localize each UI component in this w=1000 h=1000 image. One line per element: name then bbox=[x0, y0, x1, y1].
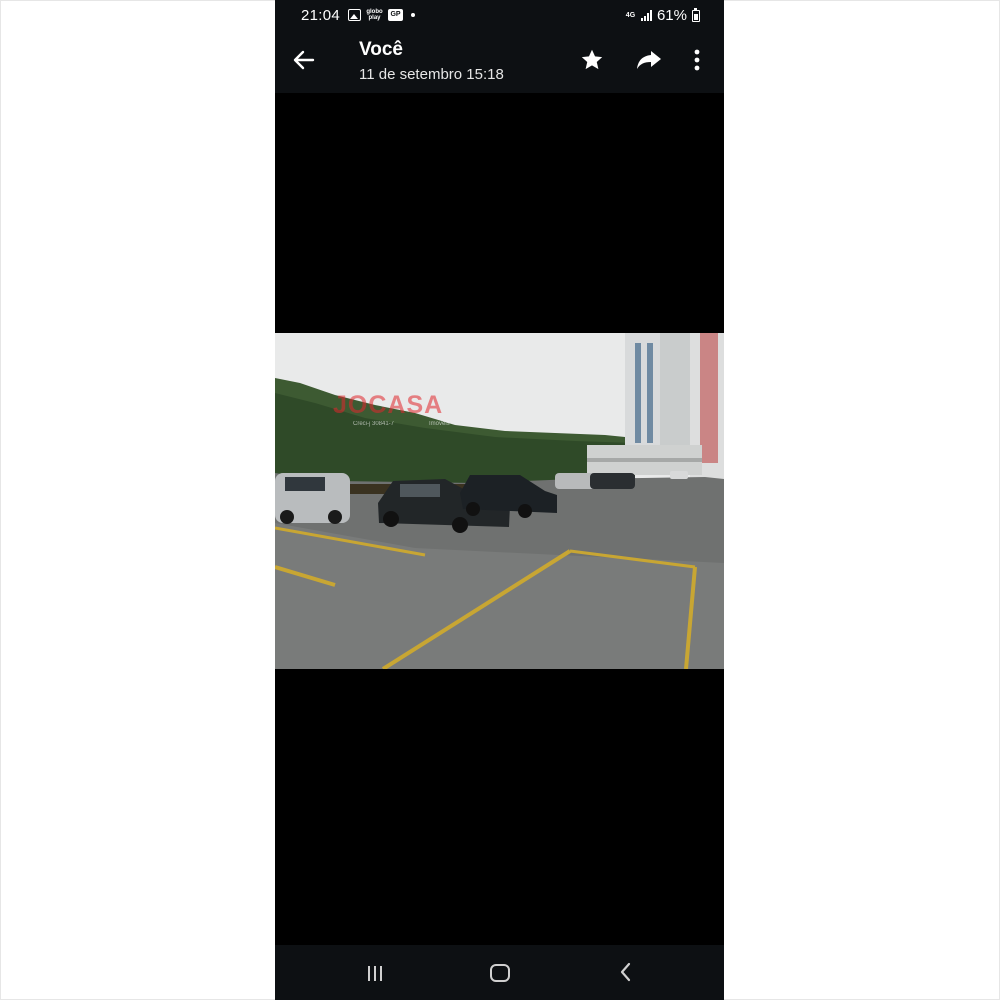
notification-icons: globo play GP bbox=[348, 8, 415, 22]
home-icon[interactable] bbox=[490, 964, 510, 982]
phone-screen: 21:04 globo play GP 4G 61% Você 11 de se… bbox=[275, 0, 724, 1000]
signal-icon bbox=[640, 10, 652, 21]
navigation-bar bbox=[275, 945, 724, 1000]
star-icon bbox=[581, 49, 603, 70]
page-title: Você bbox=[359, 39, 404, 60]
message-timestamp: 11 de setembro 15:18 bbox=[359, 66, 504, 83]
battery-percent: 61% bbox=[656, 7, 687, 24]
watermark-logo: JOCASA bbox=[333, 391, 444, 419]
share-icon bbox=[637, 51, 661, 69]
recent-apps-icon[interactable] bbox=[365, 963, 385, 983]
star-button[interactable] bbox=[579, 47, 605, 73]
globoplay-icon: globo play bbox=[366, 9, 383, 21]
watermark-registration: Creci-j 30841-7 bbox=[353, 421, 395, 427]
status-bar: 21:04 globo play GP 4G 61% bbox=[275, 0, 724, 30]
more-vertical-icon bbox=[694, 49, 700, 71]
parking-lot-photo[interactable]: JOCASA Creci-j 30841-7 Imóveis bbox=[275, 333, 724, 669]
gallery-icon bbox=[348, 9, 361, 21]
share-button[interactable] bbox=[635, 47, 663, 73]
watermark-tagline: Imóveis bbox=[429, 421, 450, 427]
back-icon[interactable] bbox=[618, 961, 634, 983]
back-button[interactable] bbox=[289, 45, 319, 75]
status-time: 21:04 bbox=[301, 7, 341, 24]
more-notifications-dot bbox=[411, 13, 415, 17]
battery-icon bbox=[692, 7, 700, 22]
photo-image bbox=[275, 333, 724, 669]
arrow-left-icon bbox=[293, 50, 315, 70]
app-notification-icon: GP bbox=[388, 9, 403, 21]
more-options-button[interactable] bbox=[687, 47, 707, 73]
app-bar: Você 11 de setembro 15:18 bbox=[275, 30, 724, 93]
status-right: 4G 61% bbox=[625, 7, 700, 24]
network-type-icon: 4G bbox=[625, 12, 636, 19]
